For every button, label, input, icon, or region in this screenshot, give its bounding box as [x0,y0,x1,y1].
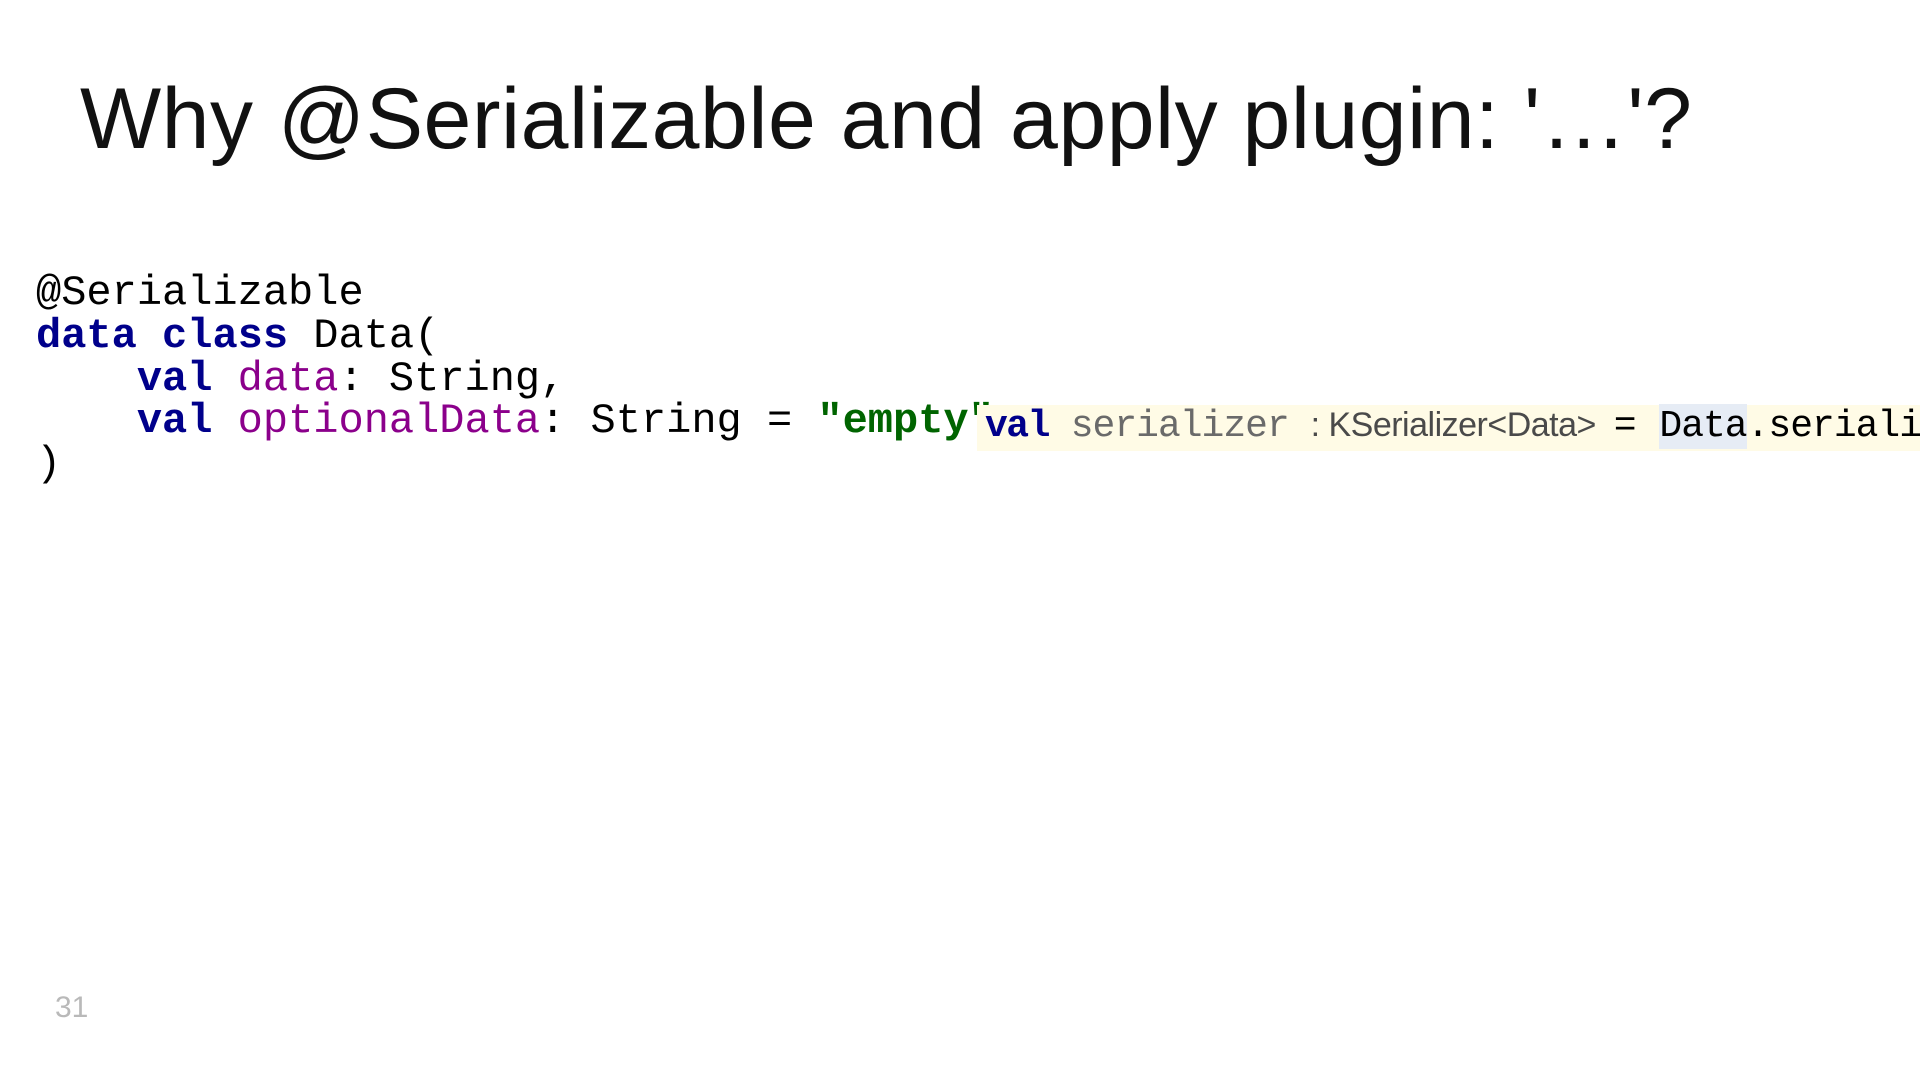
indent [36,355,137,403]
equals: = [1614,405,1660,448]
class-name: Data( [313,312,439,360]
type-string: : String, [339,355,566,403]
code-block-right: val serializer : KSerializer<Data> = Dat… [977,405,1920,451]
keyword-val: val [985,405,1049,448]
code-block-left: @Serializable data class Data( val data:… [36,272,994,486]
string-literal: "empty" [817,397,993,445]
slide-title: Why @Serializable and apply plugin: '…'? [80,70,1693,169]
slide: Why @Serializable and apply plugin: '…'?… [0,0,1920,1080]
type-assign: : String = [540,397,817,445]
page-number: 31 [55,991,88,1025]
method-call: .serializer() [1747,405,1920,448]
keyword-val: val [137,397,213,445]
identifier-serializer: serializer [1049,405,1311,448]
prop-data: data [238,355,339,403]
indent [36,397,137,445]
keyword-class: class [162,312,288,360]
type-hint: : KSerializer<Data> [1311,406,1614,444]
close-paren: ) [36,440,61,488]
keyword-val: val [137,355,213,403]
highlight-data: Data [1659,404,1746,449]
prop-optionaldata: optionalData [238,397,540,445]
keyword-data: data [36,312,137,360]
annotation: @Serializable [36,269,364,317]
